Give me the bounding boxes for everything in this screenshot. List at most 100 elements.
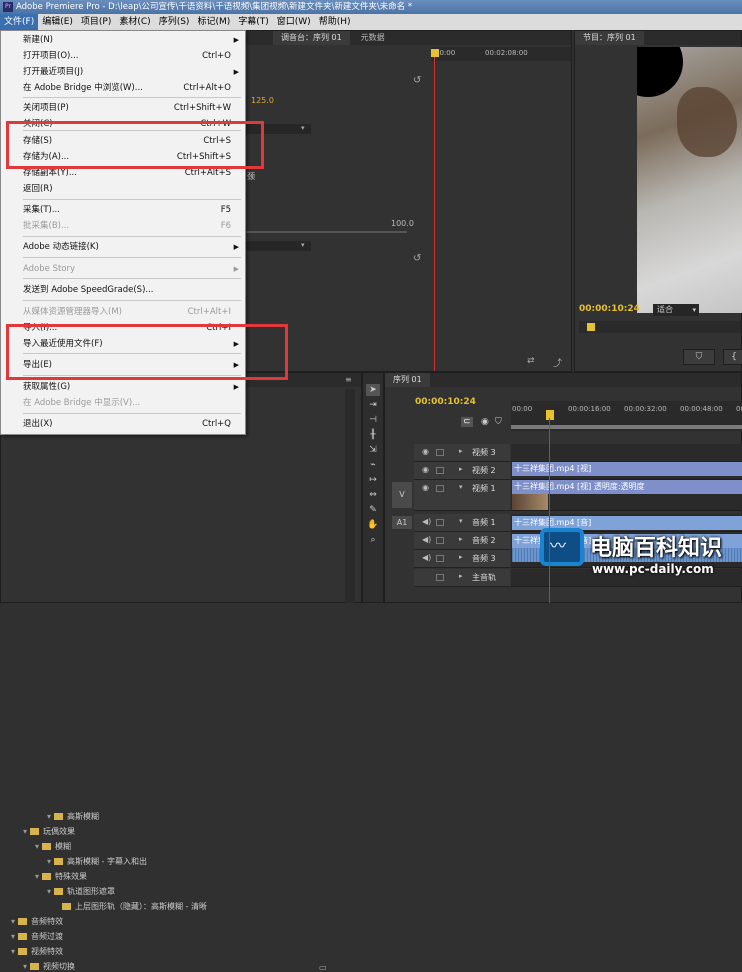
program-ruler[interactable] (579, 321, 741, 333)
menu-2[interactable]: 项目(P) (77, 14, 115, 30)
disclosure-triangle-icon[interactable]: ▾ (47, 812, 51, 821)
work-area-bar[interactable] (511, 425, 742, 429)
expand-track-icon[interactable]: ▸ (459, 465, 463, 473)
program-playhead[interactable] (587, 323, 595, 331)
tab-sequence[interactable]: 序列 01 (385, 373, 430, 387)
file-menu-item-19[interactable]: 获取属性(G) ▶ (1, 380, 245, 394)
tab-audio-mixer[interactable]: 调音台：序列 01 (273, 31, 350, 45)
add-marker-icon[interactable]: ⛉ (495, 417, 502, 427)
tree-item[interactable]: 上层图形轨（隐藏）：高斯模糊 - 清晰 (59, 901, 207, 912)
track-target[interactable]: A1 (392, 516, 412, 529)
disclosure-triangle-icon[interactable]: ▾ (23, 827, 27, 836)
disclosure-triangle-icon[interactable]: ▾ (11, 932, 15, 941)
file-menu-item-3[interactable]: 在 Adobe Bridge 中浏览(W)... Ctrl+Alt+O (1, 81, 245, 95)
eye-icon[interactable]: ◉ (422, 483, 429, 492)
rolling-edit-icon[interactable]: ╫ (366, 429, 380, 441)
speaker-icon[interactable]: ◀) (422, 553, 431, 562)
reset-icon[interactable]: ↺ (413, 75, 421, 86)
disclosure-triangle-icon[interactable]: ▾ (11, 947, 15, 956)
razor-icon[interactable]: ⌁ (366, 459, 380, 471)
slip-icon[interactable]: ↦ (366, 474, 380, 486)
speaker-icon[interactable]: ◀) (422, 517, 431, 526)
menu-6[interactable]: 字幕(T) (234, 14, 273, 30)
lock-icon[interactable] (436, 574, 444, 581)
disclosure-triangle-icon[interactable]: ▾ (35, 842, 39, 851)
file-menu-item-4[interactable]: 关闭项目(P) Ctrl+Shift+W (1, 101, 245, 115)
file-menu-item-1[interactable]: 打开项目(O)... Ctrl+O (1, 49, 245, 63)
file-menu-item-14[interactable]: 发送到 Adobe SpeedGrade(S)... (1, 283, 245, 297)
tree-item[interactable]: ▾ 特殊效果 (35, 871, 87, 882)
file-menu-item-10[interactable]: 采集(T)... F5 (1, 203, 245, 217)
slide-icon[interactable]: ⇔ (366, 489, 380, 501)
tree-item[interactable]: ▾ 音频特效 (11, 916, 63, 927)
menu-7[interactable]: 窗口(W) (273, 14, 315, 30)
rate-stretch-icon[interactable]: ⇲ (366, 444, 380, 456)
expand-track-icon[interactable]: ▸ (459, 447, 463, 455)
hand-icon[interactable]: ✋ (366, 519, 380, 531)
track-select-icon[interactable]: ⇥ (366, 399, 380, 411)
tab-program[interactable]: 节目：序列 01 (575, 31, 644, 45)
lock-icon[interactable] (436, 449, 444, 456)
expand-track-icon[interactable]: ▸ (459, 553, 463, 561)
disclosure-triangle-icon[interactable]: ▾ (11, 917, 15, 926)
timeline-timecode[interactable]: 00:00:10:24 (415, 397, 476, 407)
tree-item[interactable]: ▾ 视频特效 (11, 946, 63, 957)
expand-track-icon[interactable]: ▸ (459, 572, 463, 580)
lock-icon[interactable] (436, 537, 444, 544)
tree-item[interactable]: ▾ 轨道图形遮罩 (47, 886, 115, 897)
new-folder-icon[interactable]: ▭ (319, 963, 327, 972)
marker-icon[interactable]: ◉ (481, 417, 489, 427)
file-menu-item-2[interactable]: 打开最近项目(J) ▶ (1, 65, 245, 79)
disclosure-triangle-icon[interactable]: ▾ (47, 857, 51, 866)
slider-track[interactable] (245, 231, 407, 233)
ripple-edit-icon[interactable]: ⊣ (366, 414, 380, 426)
fit-select[interactable]: 适合 ▾ (653, 304, 699, 316)
loop-icon[interactable]: ⇄ (527, 356, 535, 366)
panel-scrollbar[interactable] (345, 389, 355, 603)
tab-metadata[interactable]: 元数据 (353, 31, 393, 45)
disclosure-triangle-icon[interactable]: ▾ (23, 962, 27, 971)
file-menu-item-12[interactable]: Adobe 动态链接(K) ▶ (1, 240, 245, 254)
expand-track-icon[interactable]: ▸ (459, 535, 463, 543)
menu-1[interactable]: 编辑(E) (38, 14, 77, 30)
tree-item[interactable]: ▾ 视频切换 (23, 961, 75, 972)
tree-item[interactable]: ▾ 高斯模糊 - 字幕入和出 (47, 856, 147, 867)
program-timecode[interactable]: 00:00:10:24 (579, 304, 640, 314)
go-to-in-button[interactable]: { (723, 349, 742, 365)
track-lane[interactable] (511, 444, 742, 462)
track-target[interactable]: V (392, 482, 412, 508)
lock-icon[interactable] (436, 519, 444, 526)
value-125[interactable]: 125.0 (251, 96, 274, 105)
add-marker-button[interactable]: ⛉ (683, 349, 715, 365)
zoom-icon[interactable]: ⌕ (366, 534, 380, 546)
timeline-playhead-marker[interactable] (546, 410, 554, 420)
value-100[interactable]: 100.0 (391, 219, 414, 228)
panel-menu-icon[interactable]: ≡ (345, 375, 352, 384)
menu-4[interactable]: 序列(S) (155, 14, 194, 30)
video-clip[interactable]: 十三祥集团.mp4 [视] 透明度:透明度 (512, 480, 742, 494)
menu-0[interactable]: 文件(F) (0, 14, 39, 30)
tree-item[interactable]: ▾ 音频过渡 (11, 931, 63, 942)
tree-item[interactable]: ▾ 高斯模糊 (47, 811, 99, 822)
eye-icon[interactable]: ◉ (422, 447, 429, 456)
video-clip[interactable]: 十三祥集团.mp4 [视] (512, 462, 742, 476)
eye-icon[interactable]: ◉ (422, 465, 429, 474)
file-menu-item-9[interactable]: 返回(R) (1, 182, 245, 196)
lock-icon[interactable] (436, 555, 444, 562)
selection-tool-icon[interactable]: ➤ (366, 384, 380, 396)
menu-5[interactable]: 标记(M) (193, 14, 234, 30)
reset-icon[interactable]: ↺ (413, 253, 421, 264)
snap-icon[interactable]: ⊂ (461, 417, 473, 427)
disclosure-triangle-icon[interactable]: ▾ (47, 887, 51, 896)
speaker-icon[interactable]: ◀) (422, 535, 431, 544)
expand-track-icon[interactable]: ▾ (459, 517, 463, 525)
file-menu-item-0[interactable]: 新建(N) ▶ (1, 33, 245, 47)
export-frame-icon[interactable]: ⤴ (553, 356, 562, 369)
playhead-marker[interactable] (431, 49, 439, 57)
menu-3[interactable]: 素材(C) (115, 14, 154, 30)
tree-item[interactable]: ▾ 玩偶效果 (23, 826, 75, 837)
expand-track-icon[interactable]: ▾ (459, 483, 463, 491)
file-menu-item-21[interactable]: 退出(X) Ctrl+Q (1, 417, 245, 431)
lock-icon[interactable] (436, 485, 444, 492)
menu-8[interactable]: 帮助(H) (315, 14, 355, 30)
